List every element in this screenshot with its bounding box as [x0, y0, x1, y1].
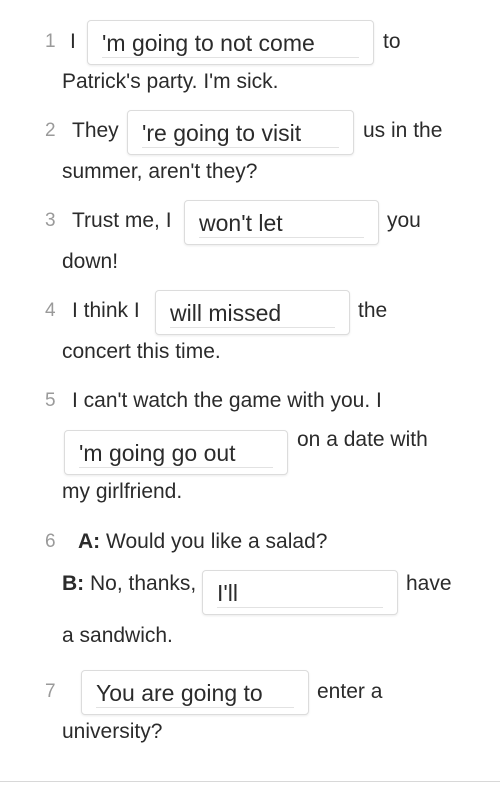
- speaker-label: B:: [62, 572, 85, 595]
- answer-input-3[interactable]: won't let: [184, 200, 379, 245]
- question-text: down!: [62, 250, 119, 273]
- question-text: on a date with: [297, 428, 428, 451]
- question-text: you: [387, 209, 421, 232]
- answer-value: 'm going to not come: [102, 29, 359, 58]
- speaker-label: A:: [78, 530, 101, 553]
- question-text: to: [383, 30, 401, 53]
- divider: [0, 781, 500, 782]
- question-text: a sandwich.: [62, 624, 173, 647]
- question-text: us in the: [363, 119, 443, 142]
- question-text: A: Would you like a salad?: [78, 530, 327, 554]
- answer-input-2[interactable]: 're going to visit: [127, 110, 354, 155]
- question-text: Trust me, I: [72, 209, 172, 232]
- answer-input-6[interactable]: I'll: [202, 570, 398, 615]
- question-text: the: [358, 299, 388, 322]
- question-number: 2: [45, 120, 56, 141]
- question-text: I can't watch the game with you. I: [72, 389, 382, 412]
- question-text: Patrick's party. I'm sick.: [62, 70, 279, 93]
- question-number: 7: [45, 681, 56, 702]
- answer-value: won't let: [199, 209, 364, 238]
- question-number: 5: [45, 390, 56, 411]
- question-number: 4: [45, 300, 56, 321]
- dialogue-line: Would you like a salad?: [106, 530, 328, 553]
- question-text: B: No, thanks,: [62, 572, 196, 596]
- dialogue-line: No, thanks,: [90, 572, 197, 595]
- question-number: 6: [45, 531, 56, 552]
- answer-value: I'll: [217, 579, 383, 608]
- question-text: have: [406, 572, 452, 595]
- question-number: 1: [45, 31, 56, 52]
- question-text: enter a: [317, 680, 383, 703]
- question-text: I think I: [72, 299, 140, 322]
- answer-value: 're going to visit: [142, 119, 339, 148]
- question-number: 3: [45, 210, 56, 231]
- answer-input-1[interactable]: 'm going to not come: [87, 20, 374, 65]
- answer-value: You are going to: [96, 679, 294, 708]
- question-text: my girlfriend.: [62, 480, 183, 503]
- answer-input-5[interactable]: 'm going go out: [64, 430, 288, 475]
- answer-value: 'm going go out: [79, 439, 273, 468]
- question-text: They: [72, 119, 119, 142]
- question-text: I: [70, 30, 76, 53]
- question-text: summer, aren't they?: [62, 160, 258, 183]
- answer-input-7[interactable]: You are going to: [81, 670, 309, 715]
- answer-value: will missed: [170, 299, 335, 328]
- question-text: concert this time.: [62, 340, 221, 363]
- question-text: university?: [62, 720, 163, 743]
- answer-input-4[interactable]: will missed: [155, 290, 350, 335]
